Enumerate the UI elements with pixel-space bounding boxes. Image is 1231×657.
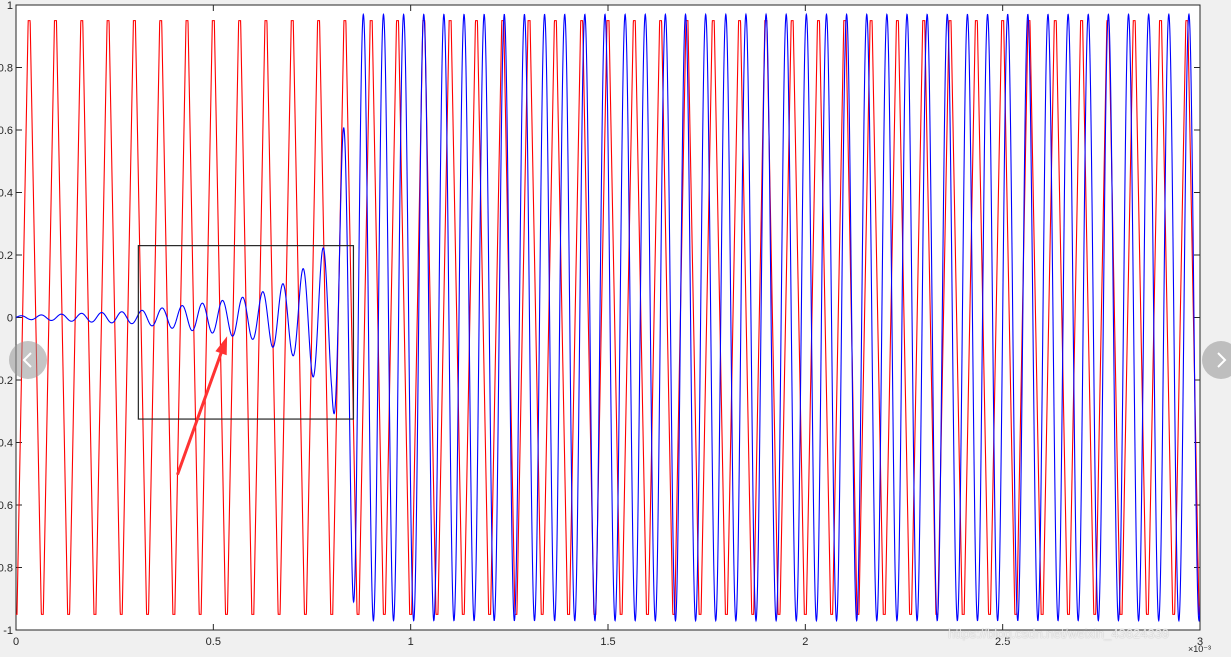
y-tick-label: 0.4 (0, 188, 13, 200)
y-tick-label: 0 (7, 313, 13, 325)
y-tick-label: -0.6 (0, 500, 13, 512)
x-exponent-label: ×10⁻³ (1188, 644, 1212, 654)
x-tick-label: 1 (408, 636, 414, 648)
watermark: https://blog.csdn.net/weixin_43624339 (948, 626, 1170, 641)
previous-image-button[interactable] (9, 341, 47, 379)
x-tick-label: 2 (802, 636, 808, 648)
x-tick-label: 0 (13, 636, 19, 648)
y-tick-label: 0.2 (0, 250, 13, 262)
chevron-right-icon (1217, 352, 1227, 368)
y-tick-label: -0.8 (0, 563, 13, 575)
y-tick-label: -0.4 (0, 438, 13, 450)
y-tick-label: -0.2 (0, 375, 13, 387)
chevron-left-icon (22, 352, 32, 368)
x-tick-label: 0.5 (206, 636, 221, 648)
x-tick-label: 1.5 (600, 636, 615, 648)
y-tick-label: 0.6 (0, 125, 13, 137)
line-chart: 00.511.522.53-1-0.8-0.6-0.4-0.200.20.40.… (0, 0, 1203, 648)
y-tick-label: 0.8 (0, 63, 13, 75)
y-tick-label: -1 (3, 625, 13, 637)
y-tick-label: 1 (7, 0, 13, 12)
